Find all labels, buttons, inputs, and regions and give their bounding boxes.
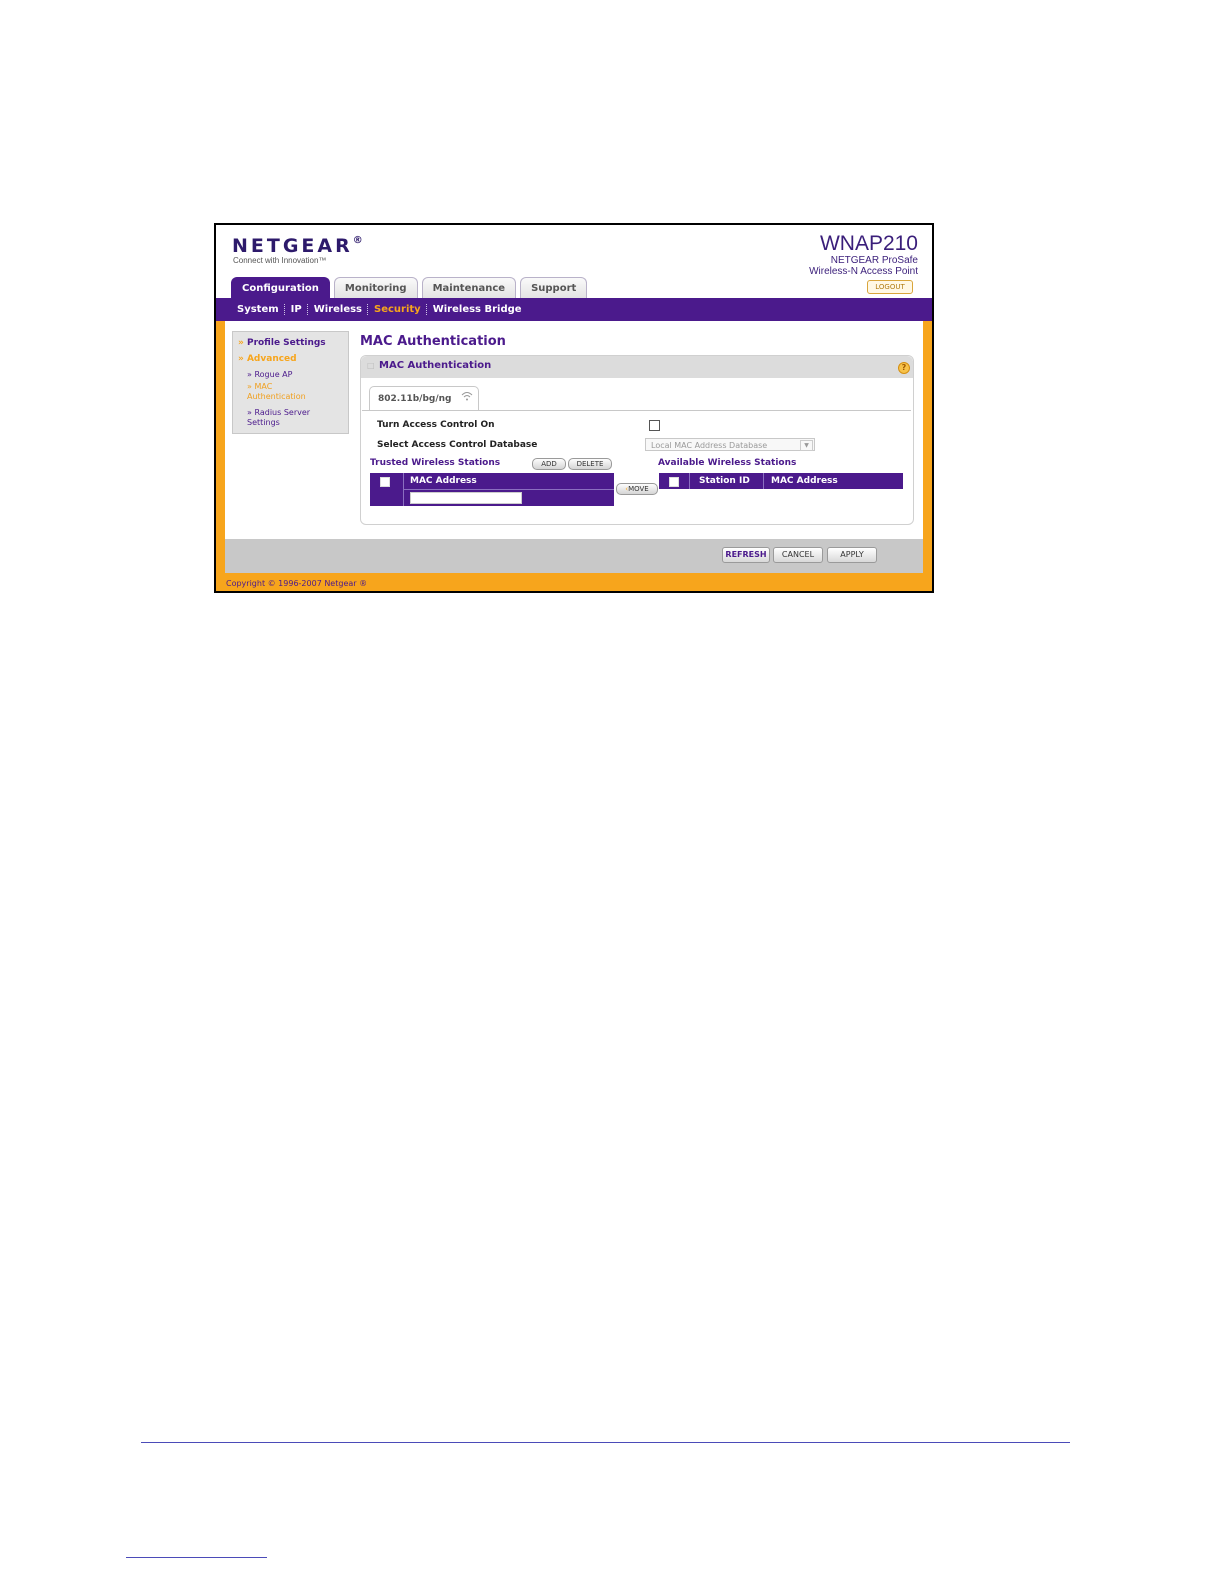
sidebar-item-profile-settings[interactable]: » Profile Settings [238,338,326,348]
access-control-checkbox[interactable] [649,420,660,431]
sidebar: » Profile Settings » Advanced » Rogue AP… [232,331,349,434]
expand-icon: » [238,354,244,364]
select-all-available-checkbox[interactable] [669,477,679,487]
logo-tagline: Connect with Innovation™ [233,256,327,265]
copyright: Copyright © 1996-2007 Netgear ® [226,579,368,588]
station-id-header: Station ID [699,476,750,486]
subnav-wireless-bridge[interactable]: Wireless Bridge [428,304,527,315]
page-footer-link-underline [126,1557,267,1558]
subnav-security[interactable]: Security [369,304,426,315]
move-button[interactable]: ‹MOVE [616,483,658,495]
row-divider [403,489,614,490]
available-mac-address-header: MAC Address [771,476,838,486]
header: NETGEAR® Connect with Innovation™ WNAP21… [216,225,932,299]
select-db-label: Select Access Control Database [377,440,538,450]
product-info: WNAP210 NETGEAR ProSafe Wireless-N Acces… [809,232,918,278]
sidebar-item-advanced[interactable]: » Advanced [238,354,297,364]
add-button[interactable]: ADD [532,458,566,470]
help-icon[interactable]: ? [898,362,910,374]
trusted-stations-title: Trusted Wireless Stations [370,458,501,468]
mac-address-input[interactable] [410,492,522,504]
tab-maintenance[interactable]: Maintenance [421,277,517,298]
available-stations-table: Station ID MAC Address [659,473,903,489]
column-divider [763,473,764,489]
sidebar-item-radius-server[interactable]: » Radius Server Settings [247,408,329,428]
tab-802-11bgng[interactable]: 802.11b/bg/ng [369,386,479,411]
refresh-button[interactable]: REFRESH [722,547,770,563]
subnav-ip[interactable]: IP [286,304,307,315]
logout-button[interactable]: LOGOUT [867,280,913,294]
product-type: Wireless-N Access Point [809,266,918,277]
tab-support[interactable]: Support [520,277,588,298]
column-divider [689,473,690,489]
subnav-wireless[interactable]: Wireless [309,304,367,315]
turn-access-control-label: Turn Access Control On [377,420,495,430]
bullet-icon: » [247,382,252,391]
sidebar-item-mac-authentication[interactable]: » MAC Authentication [247,382,325,402]
trusted-stations-table: MAC Address [370,473,614,506]
page-title: MAC Authentication [360,334,506,349]
netgear-logo: NETGEAR® [232,235,366,257]
subnav-system[interactable]: System [232,304,284,315]
bullet-icon: » [247,370,252,379]
bullet-icon: » [247,408,252,417]
panel-body: Turn Access Control On Select Access Con… [362,410,911,523]
bullet-icon: » [238,338,244,348]
panel-header: □ MAC Authentication ? [361,356,913,378]
action-bar: REFRESH CANCEL APPLY [225,539,923,573]
available-stations-title: Available Wireless Stations [658,458,797,468]
delete-button[interactable]: DELETE [568,458,612,470]
mac-auth-panel: □ MAC Authentication ? 802.11b/bg/ng Tur… [360,355,914,525]
content-area: » Profile Settings » Advanced » Rogue AP… [225,321,923,539]
collapse-icon[interactable]: □ [367,361,375,370]
product-line: NETGEAR ProSafe [830,255,918,266]
apply-button[interactable]: APPLY [827,547,877,563]
sub-navigation: System IP Wireless Security Wireless Bri… [216,298,932,321]
page-footer-rule [141,1442,1070,1443]
tab-monitoring[interactable]: Monitoring [333,277,418,298]
select-all-checkbox[interactable] [380,477,390,487]
sidebar-item-rogue-ap[interactable]: » Rogue AP [247,370,292,380]
access-control-db-select[interactable]: Local MAC Address Database ▼ [645,438,815,451]
model-name: WNAP210 [819,232,918,255]
tab-configuration[interactable]: Configuration [231,277,330,299]
wifi-icon [461,392,473,401]
chevron-down-icon: ▼ [800,440,813,451]
screenshot-frame: NETGEAR® Connect with Innovation™ WNAP21… [214,223,934,593]
cancel-button[interactable]: CANCEL [773,547,823,563]
mac-address-header: MAC Address [410,476,477,486]
panel-title: MAC Authentication [379,360,492,371]
main-tabs: Configuration Monitoring Maintenance Sup… [231,277,591,299]
